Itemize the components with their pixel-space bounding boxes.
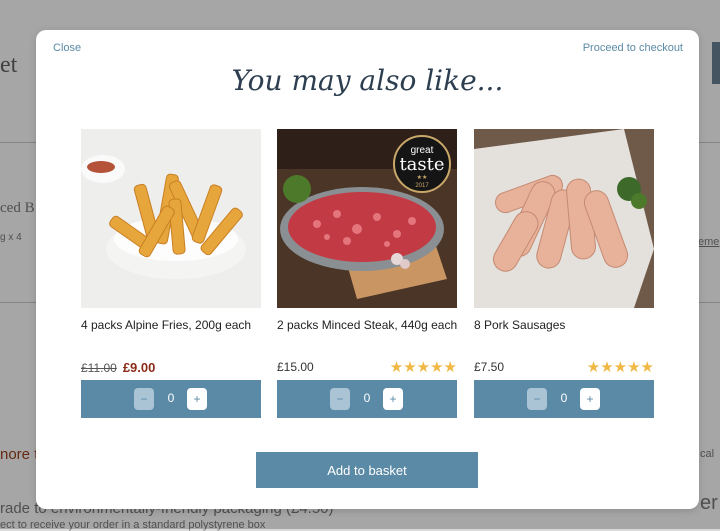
star-icon: ★ [613, 359, 628, 376]
star-icon: ★ [640, 359, 654, 376]
increment-button[interactable]: + [580, 388, 600, 410]
product-image-sausages[interactable] [474, 129, 654, 308]
price-row: £15.00 ★★★★★ [277, 357, 457, 376]
rating-stars: ★★★★★ [587, 358, 654, 376]
product-name: 4 packs Alpine Fries, 200g each [81, 318, 252, 332]
quantity-value[interactable]: 0 [554, 391, 574, 405]
product-card: 8 Pork Sausages £7.50 ★★★★★ − 0 + [474, 129, 654, 418]
star-icon: ★ [403, 359, 417, 376]
rating-stars: ★★★★★ [390, 358, 457, 376]
modal-title: You may also like... [231, 64, 504, 97]
star-icon: ★ [600, 359, 614, 376]
price-row: £11.00 £9.00 [81, 357, 261, 375]
quantity-stepper: − 0 + [277, 380, 457, 418]
product-image-fries[interactable] [81, 129, 261, 308]
sale-price: £9.00 [122, 360, 156, 375]
price-row: £7.50 ★★★★★ [474, 357, 654, 376]
star-icon: ★ [430, 359, 444, 376]
star-icon: ★ [627, 359, 641, 376]
product-card: 4 packs Alpine Fries, 200g each £11.00 £9… [81, 129, 261, 418]
quantity-stepper: − 0 + [474, 380, 654, 418]
upsell-modal: Close Proceed to checkout You may also l… [36, 30, 699, 509]
badge-year: 2017 [415, 183, 429, 189]
proceed-to-checkout-link[interactable]: Proceed to checkout [583, 42, 683, 54]
star-icon: ★ [443, 359, 457, 376]
product-name: 8 Pork Sausages [474, 318, 566, 332]
star-icon: ★ [416, 359, 431, 376]
badge-line2: taste [399, 154, 445, 175]
price: £7.50 [474, 360, 505, 374]
quantity-stepper: − 0 + [81, 380, 261, 418]
increment-button[interactable]: + [187, 388, 207, 410]
decrement-button[interactable]: − [134, 388, 154, 410]
product-card: great taste ★★ 2017 2 packs Minced Steak… [277, 129, 457, 418]
product-name: 2 packs Minced Steak, 440g each [277, 318, 458, 332]
quantity-value[interactable]: 0 [357, 391, 377, 405]
star-icon: ★ [389, 359, 404, 376]
star-icon: ★ [586, 359, 601, 376]
product-image-minced-steak[interactable]: great taste ★★ 2017 [277, 129, 457, 308]
add-to-basket-button[interactable]: Add to basket [256, 452, 478, 488]
increment-button[interactable]: + [383, 388, 403, 410]
close-link[interactable]: Close [53, 42, 81, 54]
quantity-value[interactable]: 0 [161, 391, 181, 405]
was-price: £11.00 [81, 361, 117, 375]
price: £15.00 [277, 360, 314, 374]
product-list: 4 packs Alpine Fries, 200g each £11.00 £9… [81, 129, 654, 419]
badge-stars: ★★ [416, 175, 428, 181]
decrement-button[interactable]: − [527, 388, 547, 410]
price: £11.00 £9.00 [81, 360, 155, 375]
decrement-button[interactable]: − [330, 388, 350, 410]
great-taste-badge: great taste ★★ 2017 [393, 135, 451, 193]
